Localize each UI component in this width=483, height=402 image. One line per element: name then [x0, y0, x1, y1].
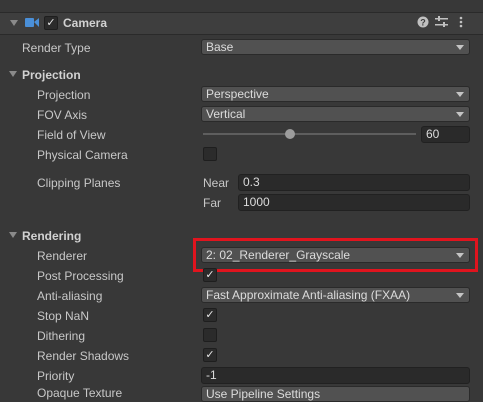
opaque-texture-dropdown[interactable]: Use Pipeline Settings — [201, 386, 470, 402]
render-type-dropdown[interactable]: Base — [201, 39, 470, 55]
component-title: Camera — [63, 16, 108, 30]
render-shadows-checkbox[interactable]: ✓ — [203, 348, 217, 362]
dithering-checkbox[interactable] — [203, 328, 217, 342]
field-of-view-slider[interactable] — [203, 133, 416, 135]
priority-input[interactable]: -1 — [201, 367, 470, 384]
stop-nan-label: Stop NaN — [37, 309, 90, 323]
renderer-label: Renderer — [37, 249, 88, 263]
post-processing-label: Post Processing — [37, 269, 124, 283]
fov-axis-value: Vertical — [206, 107, 246, 121]
field-of-view-slider-thumb[interactable] — [285, 129, 296, 139]
rendering-foldout-icon[interactable] — [9, 232, 17, 238]
priority-label: Priority — [37, 369, 75, 383]
opaque-texture-value: Use Pipeline Settings — [206, 387, 321, 401]
fov-axis-dropdown[interactable]: Vertical — [201, 106, 470, 122]
renderer-highlight-box — [193, 238, 478, 272]
fov-axis-label: FOV Axis — [37, 108, 88, 122]
svg-text:?: ? — [420, 18, 426, 28]
anti-aliasing-value: Fast Approximate Anti-aliasing (FXAA) — [206, 288, 411, 302]
chevron-down-icon — [456, 45, 464, 50]
more-icon[interactable] — [458, 16, 464, 28]
projection-foldout-icon[interactable] — [9, 71, 17, 77]
projection-value: Perspective — [206, 87, 269, 101]
dithering-label: Dithering — [37, 329, 86, 343]
render-shadows-label: Render Shadows — [37, 349, 130, 363]
anti-aliasing-dropdown[interactable]: Fast Approximate Anti-aliasing (FXAA) — [201, 287, 470, 303]
stop-nan-checkbox[interactable]: ✓ — [203, 308, 217, 322]
clipping-planes-label: Clipping Planes — [37, 176, 121, 190]
post-processing-checkbox[interactable]: ✓ — [203, 268, 217, 282]
preset-icon[interactable] — [435, 16, 448, 28]
rendering-section-title[interactable]: Rendering — [22, 229, 81, 243]
far-label: Far — [203, 196, 221, 210]
projection-label: Projection — [37, 88, 91, 102]
render-type-label: Render Type — [22, 41, 91, 55]
physical-camera-label: Physical Camera — [37, 148, 128, 162]
projection-dropdown[interactable]: Perspective — [201, 86, 470, 102]
chevron-down-icon — [456, 92, 464, 97]
near-input[interactable]: 0.3 — [238, 174, 470, 191]
near-label: Near — [203, 176, 230, 190]
help-icon[interactable]: ? — [417, 16, 429, 28]
camera-icon — [25, 17, 39, 28]
component-foldout-icon[interactable] — [10, 20, 18, 26]
physical-camera-checkbox[interactable] — [203, 147, 217, 161]
opaque-texture-label: Opaque Texture — [37, 386, 123, 400]
field-of-view-label: Field of View — [37, 128, 106, 142]
render-type-value: Base — [206, 40, 234, 54]
component-enabled-checkbox[interactable]: ✓ — [44, 16, 58, 30]
projection-section-title[interactable]: Projection — [22, 68, 81, 82]
chevron-down-icon — [456, 293, 464, 298]
field-of-view-input[interactable]: 60 — [421, 126, 470, 143]
far-input[interactable]: 1000 — [238, 194, 470, 211]
anti-aliasing-label: Anti-aliasing — [37, 289, 103, 303]
chevron-down-icon — [456, 112, 464, 117]
